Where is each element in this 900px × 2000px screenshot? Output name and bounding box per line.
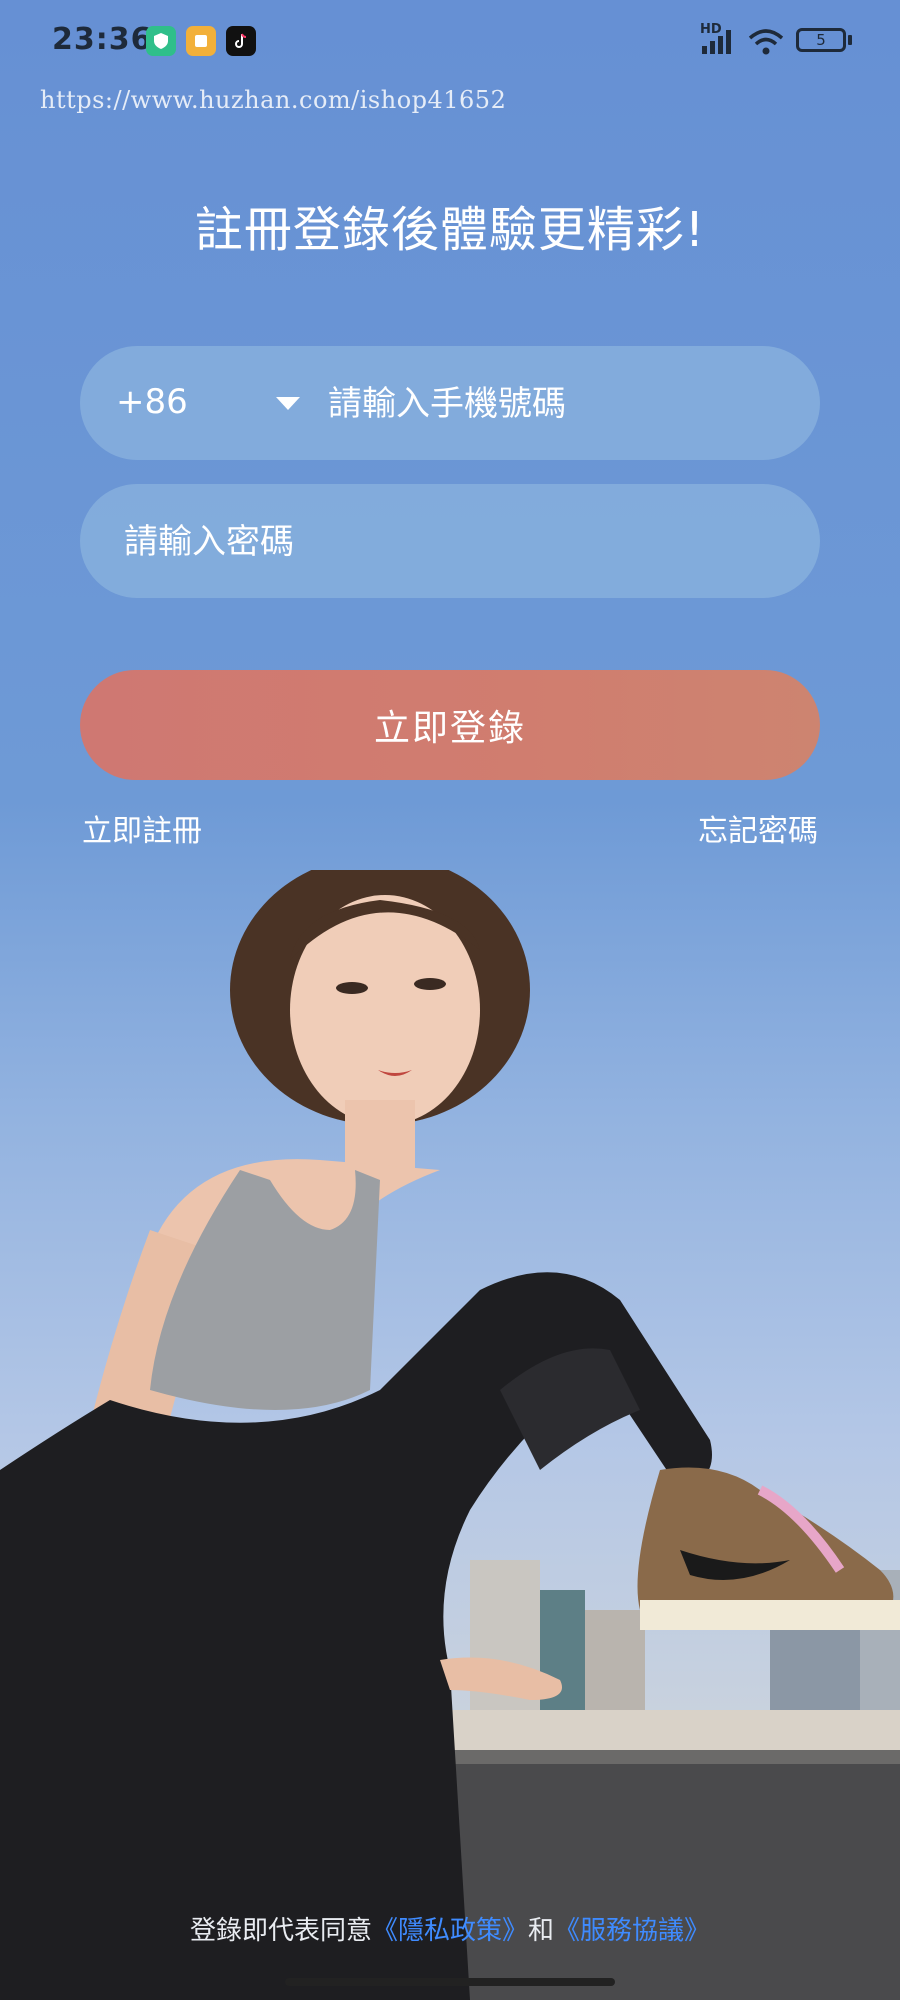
country-code-select[interactable]: +86 xyxy=(116,382,188,422)
background-photo xyxy=(0,870,900,2000)
notes-app-icon xyxy=(186,26,216,56)
agreement-text: 登錄即代表同意《隱私政策》和《服務協議》 xyxy=(0,1910,900,1947)
watermark-url: https://www.huzhan.com/ishop41652 xyxy=(40,86,507,114)
password-input[interactable] xyxy=(122,484,786,600)
battery-icon: 5 xyxy=(796,28,846,52)
register-link[interactable]: 立即註冊 xyxy=(82,806,202,850)
page-title: 註冊登錄後體驗更精彩! xyxy=(194,202,706,258)
battery-tip xyxy=(848,35,852,45)
phone-input[interactable] xyxy=(326,346,790,462)
agreement-joiner: 和 xyxy=(528,1916,555,1946)
shield-app-icon xyxy=(146,26,176,56)
chevron-down-icon[interactable] xyxy=(276,397,300,410)
status-bar: 23:36 HD 5 xyxy=(0,0,900,80)
terms-of-service-link[interactable]: 《服務協議》 xyxy=(554,1916,710,1946)
forgot-password-link[interactable]: 忘記密碼 xyxy=(698,806,818,850)
privacy-policy-link[interactable]: 《隱私政策》 xyxy=(372,1916,528,1946)
tiktok-icon xyxy=(226,26,256,56)
login-button[interactable]: 立即登錄 xyxy=(80,670,820,780)
wifi-icon xyxy=(748,29,784,55)
password-field xyxy=(80,484,820,600)
phone-field: +86 xyxy=(80,346,820,462)
clock: 23:36 xyxy=(52,22,153,57)
home-indicator[interactable] xyxy=(285,1978,615,1986)
signal-icon xyxy=(702,30,731,54)
agreement-prefix: 登錄即代表同意 xyxy=(189,1916,372,1946)
battery-level: 5 xyxy=(816,31,826,49)
